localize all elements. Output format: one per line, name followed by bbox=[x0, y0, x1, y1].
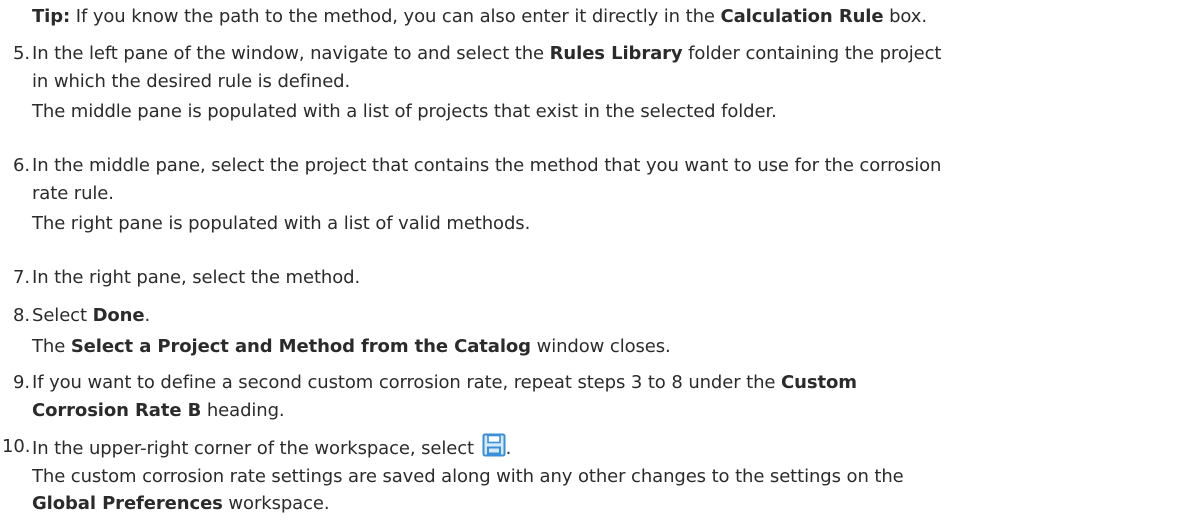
tip-calculation-rule: Calculation Rule bbox=[720, 6, 884, 27]
step-line: rate rule. bbox=[32, 182, 114, 204]
step-text: Select bbox=[32, 305, 93, 326]
step-result: Global Preferences workspace. bbox=[32, 490, 1172, 518]
step-number: 8. bbox=[13, 305, 30, 326]
step-result: The Select a Project and Method from the… bbox=[32, 333, 1172, 361]
step-number: 10. bbox=[2, 436, 31, 457]
step-body: If you want to define a second custom co… bbox=[32, 369, 1172, 424]
step-line: Select Done. bbox=[32, 302, 1172, 330]
step-text: If you want to define a second custom co… bbox=[32, 372, 782, 393]
global-preferences-label: Global Preferences bbox=[32, 493, 223, 514]
step-number: 7. bbox=[13, 267, 30, 288]
step-line: In the right pane, select the method. bbox=[32, 267, 361, 288]
step-result: The middle pane is populated with a list… bbox=[32, 101, 777, 122]
step-line: In the middle pane, select the project t… bbox=[32, 155, 942, 176]
step-text: The bbox=[32, 335, 71, 357]
custom-corrosion-rate-b-label: Corrosion Rate B bbox=[32, 399, 202, 421]
step-text: folder containing the project bbox=[682, 43, 942, 64]
rules-library-label: Rules Library bbox=[549, 43, 683, 64]
tip-text: If you know the path to the method, you … bbox=[70, 6, 721, 27]
step-text: workspace. bbox=[222, 493, 330, 514]
tip-text-end: box. bbox=[883, 6, 927, 27]
tip-label: Tip: bbox=[32, 6, 71, 27]
step-text: heading. bbox=[201, 399, 285, 421]
step-line: If you want to define a second custom co… bbox=[32, 369, 1172, 397]
step-text: In the upper-right corner of the workspa… bbox=[32, 438, 480, 459]
step-line: in which the desired rule is defined. bbox=[32, 70, 351, 92]
step-result: The custom corrosion rate settings are s… bbox=[32, 465, 904, 487]
step-line: Corrosion Rate B heading. bbox=[32, 397, 1172, 425]
step-number: 9. bbox=[13, 372, 30, 393]
step-text: In the left pane of the window, navigate… bbox=[32, 43, 550, 64]
step-body: Select Done. The Select a Project and Me… bbox=[32, 302, 1172, 360]
step-result: The right pane is populated with a list … bbox=[32, 213, 531, 234]
step-number: 6. bbox=[13, 155, 30, 176]
step-number: 5. bbox=[13, 43, 30, 64]
step-text: window closes. bbox=[530, 335, 671, 357]
tip-paragraph: Tip: If you know the path to the method,… bbox=[32, 3, 927, 31]
step-line: In the left pane of the window, navigate… bbox=[32, 40, 1172, 68]
custom-corrosion-rate-b-label: Custom bbox=[781, 372, 857, 393]
step-body: In the right pane, select the method. bbox=[32, 264, 1172, 292]
done-label: Done bbox=[92, 305, 145, 326]
catalog-window-label: Select a Project and Method from the Cat… bbox=[70, 335, 531, 357]
step-line: In the upper-right corner of the workspa… bbox=[32, 433, 1172, 463]
step-text: . bbox=[505, 438, 512, 459]
step-body: In the middle pane, select the project t… bbox=[32, 152, 1172, 238]
step-text: . bbox=[144, 305, 151, 326]
step-body: In the left pane of the window, navigate… bbox=[32, 40, 1172, 126]
step-body: In the upper-right corner of the workspa… bbox=[32, 433, 1172, 518]
save-icon bbox=[482, 433, 506, 457]
